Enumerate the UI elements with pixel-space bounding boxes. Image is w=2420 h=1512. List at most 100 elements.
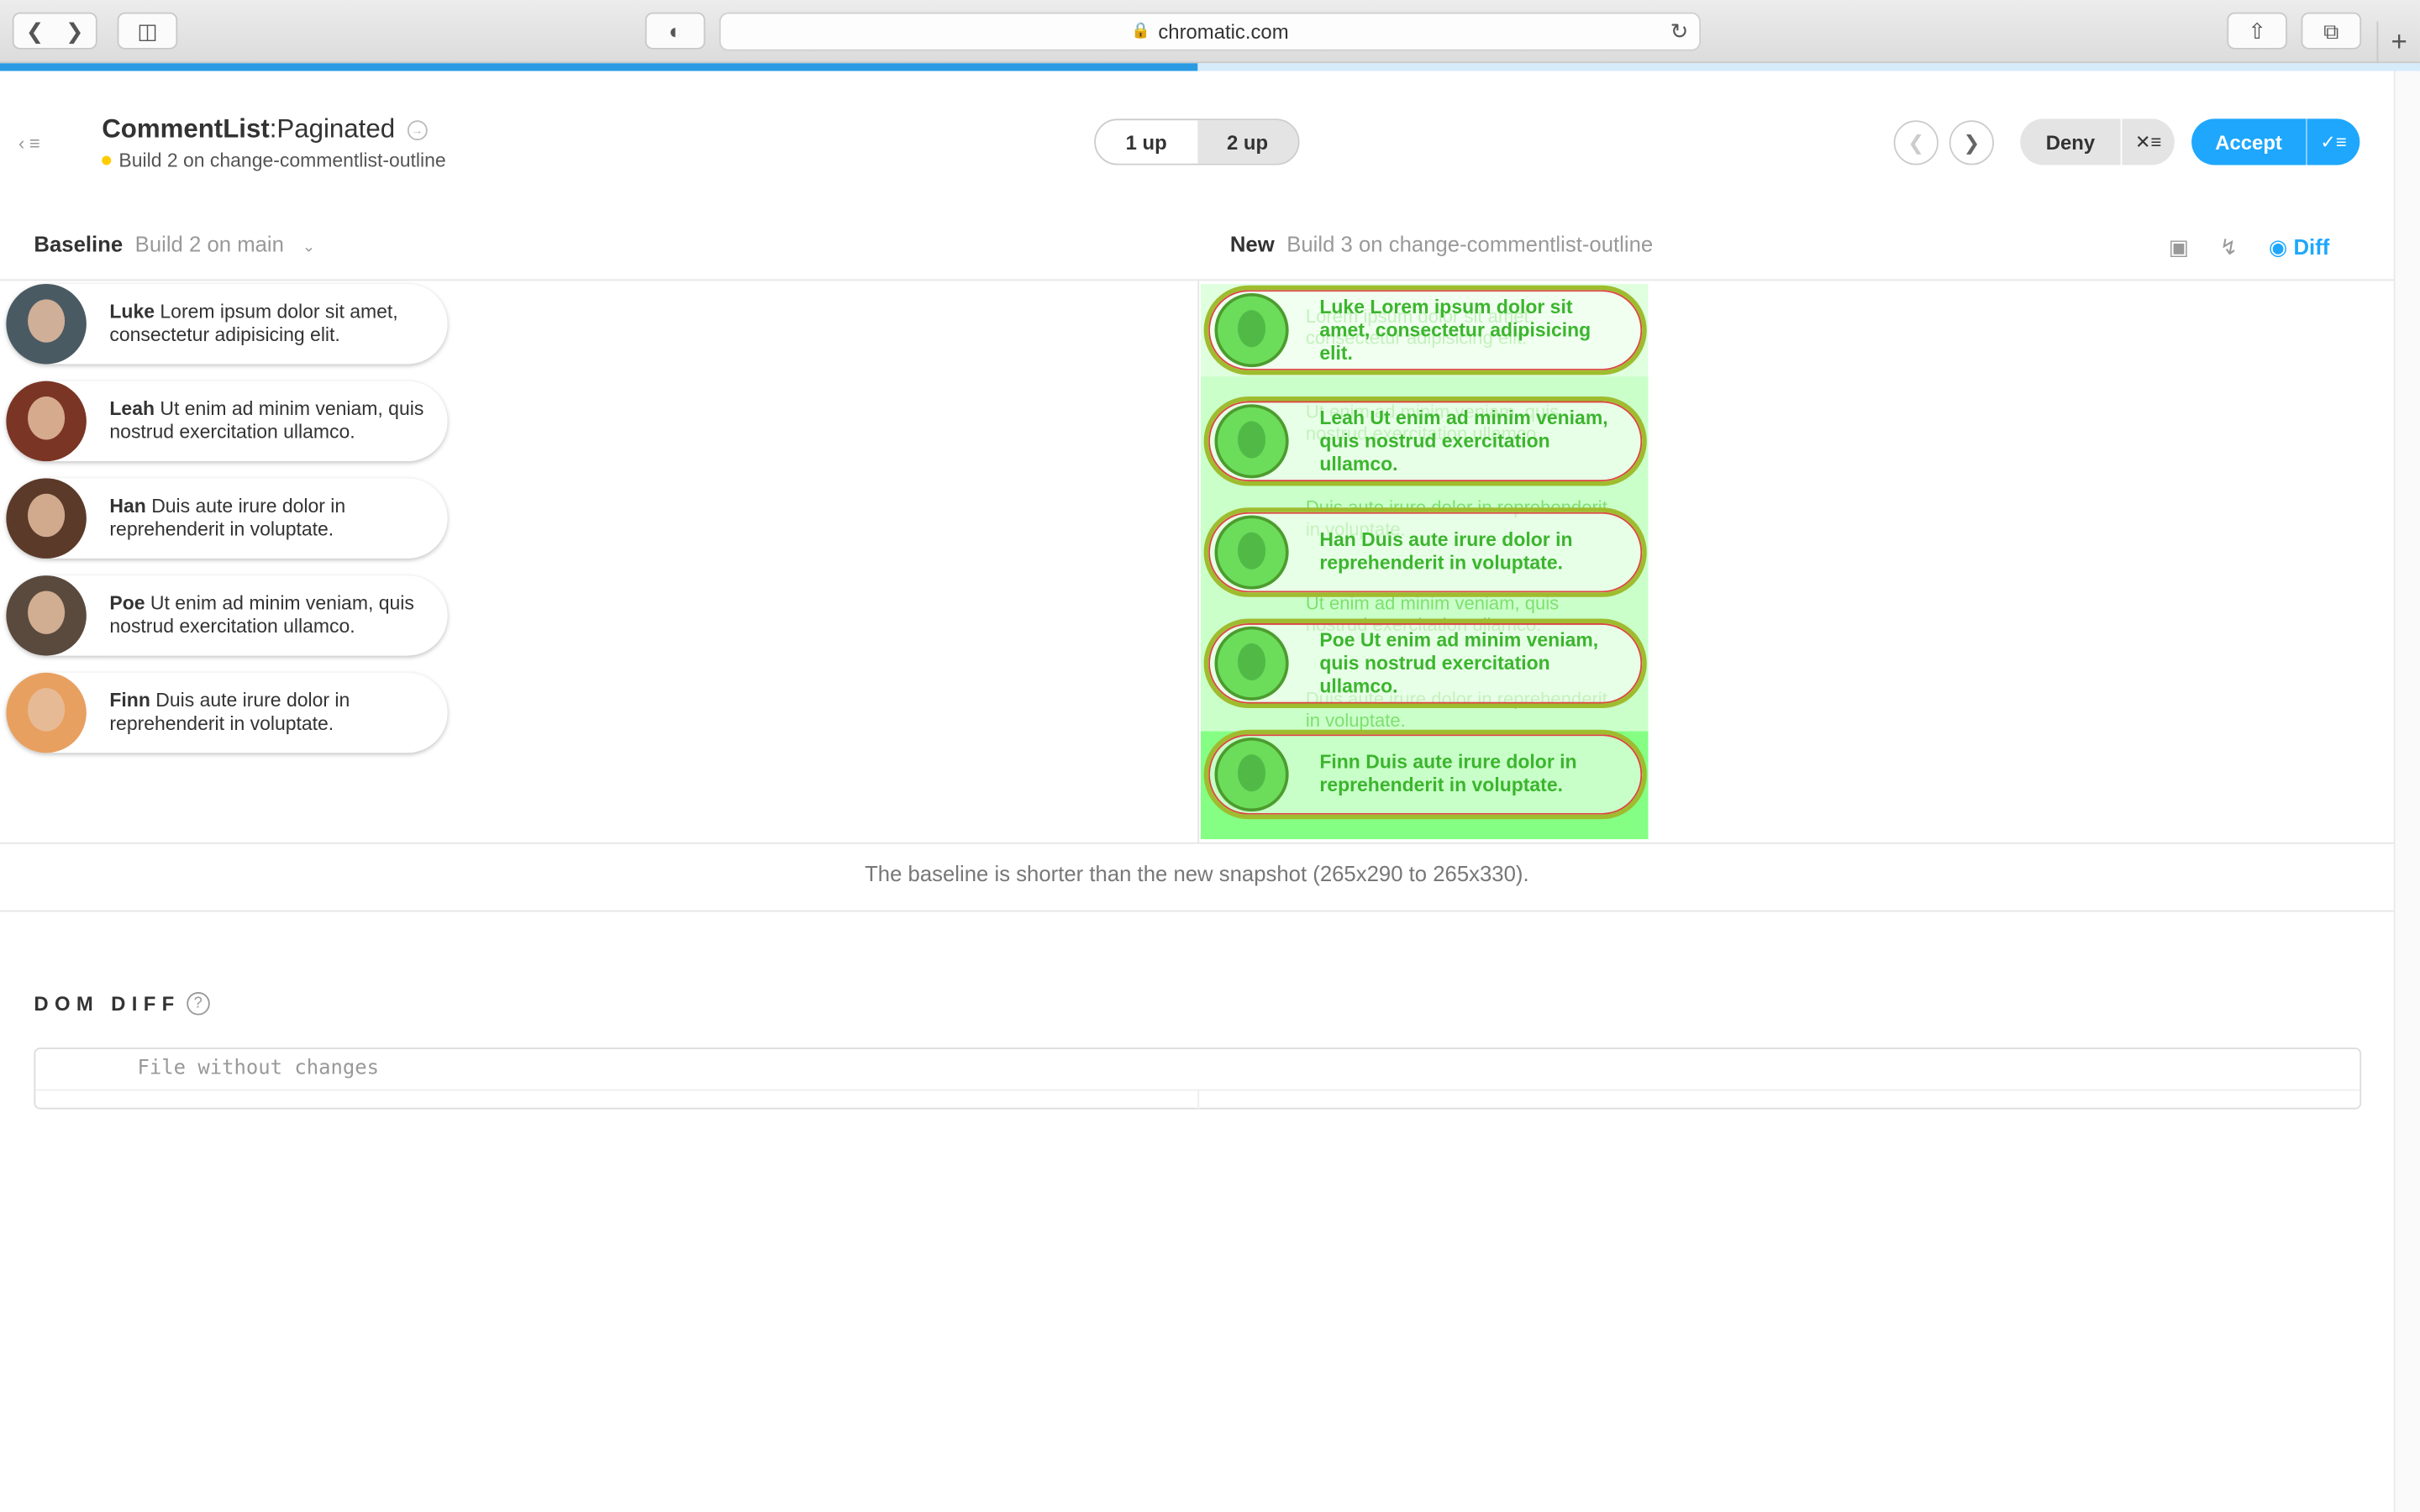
deny-button-group: Deny ✕≡ [2020,118,2175,165]
app-root: ❮ ❯ ◫ ◐ 🔒 chromatic.com ↻ ⇧ ⧉ + ‹ ≡ Comm… [0,0,2420,1512]
list-item: Leah Ut enim ad minim veniam, quis nostr… [1203,396,1647,486]
next-snapshot-button[interactable]: ❯ [1949,120,1995,165]
diff-snapshot: Lorem ipsum dolor sit amet, consectetur … [1200,283,1649,840]
diff-label: Diff [2293,234,2330,260]
forward-icon[interactable]: ❯ [66,18,84,44]
eye-icon: ◉ [2268,234,2288,260]
avatar [6,283,87,365]
accept-all-icon: ✓≡ [2320,131,2347,153]
avatar [1214,626,1289,701]
comment-text: Ut enim ad minim veniam, quis nostrud ex… [1319,628,1599,697]
privacy-shield-button[interactable]: ◐ [644,12,706,50]
comment-text: Ut enim ad minim veniam, quis nostrud ex… [109,397,424,444]
accept-button[interactable]: Accept [2191,118,2306,165]
comment-author: Finn [109,690,150,711]
strobe-off-icon[interactable]: ↯ [2220,234,2238,260]
sidebar-toggle-button[interactable]: ◫ [117,12,178,50]
reload-icon[interactable]: ↻ [1670,18,1689,45]
tabs-overview-button[interactable]: ⧉ [2301,12,2362,50]
avatar [6,381,87,462]
dom-diff-heading: DOM DIFF ? [34,991,210,1016]
scrollbar[interactable] [2393,71,2420,1512]
chevron-left-icon: ‹ [18,132,25,155]
comment-author: Poe [109,592,145,615]
diff-toggle[interactable]: ◉ Diff [2269,234,2329,260]
avatar [1214,404,1289,479]
baseline-label: Baseline [34,231,124,256]
list-item: Poe Ut enim ad minim veniam, quis nostru… [1203,618,1647,709]
build-status-text: Build 2 on change-commentlist-outline [118,150,446,171]
previous-snapshot-button[interactable]: ❮ [1893,120,1939,165]
share-button[interactable]: ⇧ [2227,12,2287,50]
list-item: Finn Duis aute irure dolor in reprehende… [1203,729,1647,820]
url-text: chromatic.com [1158,19,1289,44]
list-icon: ≡ [29,132,40,155]
avatar [6,672,87,753]
list-item: Leah Ut enim ad minim veniam, quis nostr… [6,381,448,462]
list-item: Han Duis aute irure dolor in reprehender… [6,478,448,559]
new-tab-button[interactable]: + [2376,21,2420,64]
snapshot-tools: ▣ ↯ ◉ Diff [2169,234,2330,260]
note-divider [0,910,2394,912]
story-name: Paginated [276,113,396,144]
dom-diff-file: File without changes [34,1047,2362,1110]
back-to-list-button[interactable]: ‹ ≡ [18,133,40,155]
component-name: CommentList [102,113,270,144]
avatar [1214,292,1289,368]
page-title: CommentList:Paginated → [102,113,428,145]
lock-icon: 🔒 [1131,23,1151,40]
avatar [6,478,87,559]
deny-button[interactable]: Deny [2020,118,2120,165]
accept-button-group: Accept ✓≡ [2191,118,2360,165]
address-bar[interactable]: 🔒 chromatic.com ↻ [718,12,1702,51]
back-icon[interactable]: ❮ [26,18,45,44]
new-header: New Build 3 on change-commentlist-outlin… [1230,232,1653,256]
panel-divider [1197,281,1200,843]
shield-icon: ◐ [668,18,682,44]
browser-toolbar: ❮ ❯ ◫ ◐ 🔒 chromatic.com ↻ ⇧ ⧉ + [0,0,2420,64]
comment-author: Han [109,495,146,517]
link-icon[interactable]: → [407,120,428,141]
page-load-progress [0,63,2420,71]
chevron-down-icon: ⌄ [302,239,316,256]
share-icon: ⇧ [2248,18,2266,43]
list-item: Poe Ut enim ad minim veniam, quis nostru… [6,575,448,656]
compare-image-icon[interactable]: ▣ [2169,234,2189,260]
comment-author: Finn [1319,751,1360,774]
help-icon[interactable]: ? [186,991,210,1016]
list-item: Luke Lorem ipsum dolor sit amet, consect… [6,283,448,365]
avatar [6,575,87,656]
deny-batch-button[interactable]: ✕≡ [2120,118,2175,165]
comment-author: Leah [109,397,155,420]
avatar [1214,515,1289,590]
new-build: Build 3 on change-commentlist-outline [1286,231,1654,256]
back-forward-buttons[interactable]: ❮ ❯ [12,12,97,50]
comment-author: Luke [1319,295,1365,318]
view-mode-toggle: 1 up 2 up [1094,118,1300,165]
baseline-header[interactable]: Baseline Build 2 on main ⌄ [34,232,315,256]
comment-author: Luke [109,301,155,323]
chevron-left-icon: ❮ [1907,130,1925,154]
snapshot-bottom-divider [0,842,2394,844]
dom-diff-message: File without changes [35,1049,2360,1091]
view-1up-button[interactable]: 1 up [1096,120,1197,163]
build-status: Build 2 on change-commentlist-outline [102,150,446,171]
sidebar-icon: ◫ [137,18,158,43]
list-item: Han Duis aute irure dolor in reprehender… [1203,507,1647,597]
accept-batch-button[interactable]: ✓≡ [2306,118,2360,165]
view-2up-button[interactable]: 2 up [1197,120,1298,164]
chevron-right-icon: ❯ [1963,130,1981,154]
comment-text: Ut enim ad minim veniam, quis nostrud ex… [109,592,414,638]
comment-author: Han [1319,528,1356,551]
comment-author: Leah [1319,406,1365,428]
comment-text: Duis aute irure dolor in reprehenderit i… [1319,528,1573,575]
tabs-icon: ⧉ [2323,18,2339,43]
comment-author: Poe [1319,628,1355,651]
status-dot-icon [102,155,112,165]
new-label: New [1229,231,1275,256]
list-item: Luke Lorem ipsum dolor sit amet, consect… [1203,285,1647,375]
avatar [1214,737,1289,812]
size-change-note: The baseline is shorter than the new sna… [865,860,1529,886]
dom-diff-title: DOM DIFF [34,991,181,1016]
list-item: Finn Duis aute irure dolor in reprehende… [6,672,448,753]
